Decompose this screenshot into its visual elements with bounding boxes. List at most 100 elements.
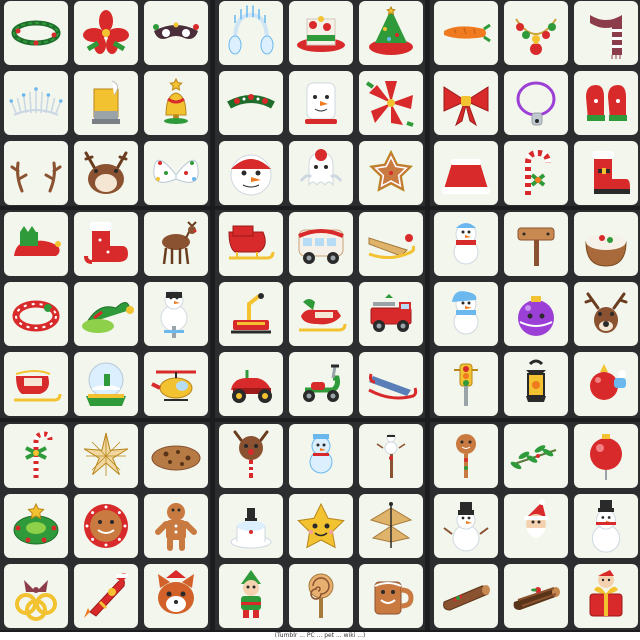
item-tile[interactable] <box>289 141 353 205</box>
item-tile[interactable] <box>74 1 138 65</box>
item-panel <box>215 422 425 630</box>
item-tile[interactable] <box>289 1 353 65</box>
item-tile[interactable] <box>289 564 353 628</box>
item-tile[interactable] <box>4 424 68 488</box>
item-tile[interactable] <box>219 282 283 346</box>
holly-garland-icon <box>223 75 279 131</box>
item-tile[interactable] <box>434 424 498 488</box>
item-tile[interactable] <box>289 282 353 346</box>
item-panel <box>430 210 640 418</box>
item-tile[interactable] <box>219 212 283 276</box>
item-tile[interactable] <box>504 282 568 346</box>
item-tile[interactable] <box>574 71 638 135</box>
item-panel <box>215 0 425 206</box>
item-tile[interactable] <box>219 352 283 416</box>
item-tile[interactable] <box>574 141 638 205</box>
item-tile[interactable] <box>434 212 498 276</box>
item-tile[interactable] <box>219 424 283 488</box>
item-tile[interactable] <box>504 141 568 205</box>
item-tile[interactable] <box>4 494 68 558</box>
pudding-bowl-icon <box>578 216 634 272</box>
yule-log-icon <box>438 568 494 624</box>
item-tile[interactable] <box>144 71 208 135</box>
item-tile[interactable] <box>504 212 568 276</box>
item-tile[interactable] <box>144 564 208 628</box>
item-tile[interactable] <box>219 494 283 558</box>
item-tile[interactable] <box>74 282 138 346</box>
gingerbread-bus-icon <box>293 216 349 272</box>
item-tile[interactable] <box>574 424 638 488</box>
fire-truck-icon <box>363 286 419 342</box>
winter-mask-icon <box>148 5 204 61</box>
item-tile[interactable] <box>359 212 423 276</box>
item-tile[interactable] <box>144 141 208 205</box>
item-tile[interactable] <box>359 352 423 416</box>
item-tile[interactable] <box>74 352 138 416</box>
item-tile[interactable] <box>4 564 68 628</box>
santa-skirt-icon <box>438 145 494 201</box>
item-tile[interactable] <box>359 141 423 205</box>
item-tile[interactable] <box>504 352 568 416</box>
item-tile[interactable] <box>219 1 283 65</box>
item-tile[interactable] <box>144 282 208 346</box>
item-tile[interactable] <box>74 564 138 628</box>
item-tile[interactable] <box>4 71 68 135</box>
item-tile[interactable] <box>574 282 638 346</box>
item-tile[interactable] <box>574 494 638 558</box>
item-tile[interactable] <box>74 141 138 205</box>
ornament-necklace-icon <box>508 5 564 61</box>
red-ornament-icon <box>578 428 634 484</box>
whistle-necklace-icon <box>508 75 564 131</box>
item-tile[interactable] <box>289 212 353 276</box>
item-tile[interactable] <box>219 564 283 628</box>
gingerbread-mug-icon <box>363 568 419 624</box>
item-tile[interactable] <box>504 1 568 65</box>
item-tile[interactable] <box>144 424 208 488</box>
item-tile[interactable] <box>359 494 423 558</box>
item-tile[interactable] <box>219 141 283 205</box>
item-panel <box>430 0 640 206</box>
item-tile[interactable] <box>359 1 423 65</box>
item-tile[interactable] <box>504 424 568 488</box>
item-tile[interactable] <box>359 564 423 628</box>
item-tile[interactable] <box>434 71 498 135</box>
item-tile[interactable] <box>74 424 138 488</box>
item-tile[interactable] <box>504 564 568 628</box>
reindeer-hood-icon <box>78 145 134 201</box>
item-tile[interactable] <box>574 352 638 416</box>
item-tile[interactable] <box>359 71 423 135</box>
item-tile[interactable] <box>434 282 498 346</box>
item-tile[interactable] <box>574 1 638 65</box>
item-tile[interactable] <box>289 424 353 488</box>
item-tile[interactable] <box>4 352 68 416</box>
item-tile[interactable] <box>74 494 138 558</box>
item-tile[interactable] <box>289 71 353 135</box>
item-tile[interactable] <box>359 282 423 346</box>
item-tile[interactable] <box>4 282 68 346</box>
item-tile[interactable] <box>144 1 208 65</box>
item-tile[interactable] <box>504 494 568 558</box>
item-tile[interactable] <box>144 494 208 558</box>
item-tile[interactable] <box>144 352 208 416</box>
item-tile[interactable] <box>434 564 498 628</box>
item-tile[interactable] <box>434 352 498 416</box>
item-tile[interactable] <box>434 494 498 558</box>
item-tile[interactable] <box>434 1 498 65</box>
item-tile[interactable] <box>434 141 498 205</box>
item-tile[interactable] <box>574 564 638 628</box>
item-tile[interactable] <box>4 1 68 65</box>
gold-star-icon <box>78 428 134 484</box>
item-tile[interactable] <box>144 212 208 276</box>
item-tile[interactable] <box>289 494 353 558</box>
item-tile[interactable] <box>289 352 353 416</box>
item-tile[interactable] <box>74 71 138 135</box>
item-tile[interactable] <box>4 212 68 276</box>
item-tile[interactable] <box>574 212 638 276</box>
item-tile[interactable] <box>74 212 138 276</box>
item-tile[interactable] <box>359 424 423 488</box>
item-tile[interactable] <box>4 141 68 205</box>
sleigh-stroller-icon <box>8 356 64 412</box>
item-tile[interactable] <box>219 71 283 135</box>
scooter-icon <box>293 356 349 412</box>
item-tile[interactable] <box>504 71 568 135</box>
